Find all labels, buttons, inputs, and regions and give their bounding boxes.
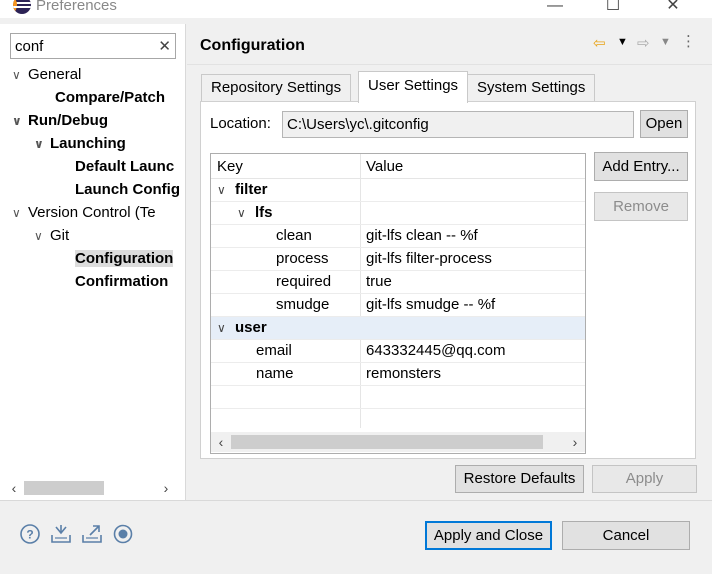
tree-item-launching[interactable]: ∨ Launching <box>34 133 126 155</box>
table-row-empty <box>211 386 585 409</box>
chevron-down-icon[interactable]: ∨ <box>217 183 235 197</box>
column-header-key[interactable]: Key <box>217 158 243 175</box>
remove-button[interactable]: Remove <box>594 192 688 221</box>
tree-item-configuration[interactable]: Configuration <box>75 248 174 270</box>
row-key: lfs <box>255 204 273 221</box>
scrollbar-thumb[interactable] <box>24 481 104 495</box>
config-table[interactable]: Key Value ∨ filter ∨ lfs clean git-lfs cle… <box>210 153 586 454</box>
table-row-empty <box>211 409 585 432</box>
location-field <box>282 111 634 138</box>
maximize-button[interactable]: ☐ <box>598 0 628 16</box>
page-title: Configuration <box>200 37 305 54</box>
tree-item-version-control[interactable]: ∨ Version Control (Te <box>12 202 156 224</box>
tree-item-run-debug[interactable]: ∨ Run/Debug <box>12 110 108 132</box>
minimize-button[interactable]: — <box>540 0 570 16</box>
table-row[interactable]: smudge git-lfs smudge -- %f <box>211 294 585 317</box>
dialog-button-bar: ? Apply and Close Cancel <box>0 500 712 574</box>
row-key: user <box>235 319 267 336</box>
row-key: clean <box>276 227 312 244</box>
chevron-down-icon[interactable]: ∨ <box>12 64 28 86</box>
scrollbar-thumb[interactable] <box>231 435 543 449</box>
scroll-left-icon[interactable]: ‹ <box>4 478 24 498</box>
export-icon[interactable] <box>81 523 103 545</box>
row-value: 643332445@qq.com <box>366 342 506 359</box>
close-button[interactable]: ✕ <box>658 0 688 16</box>
location-input[interactable] <box>283 112 633 137</box>
location-label: Location: <box>210 115 271 132</box>
table-row[interactable]: email 643332445@qq.com <box>211 340 585 363</box>
user-settings-panel: Location: Open Key Value ∨filter ∨lfs cl… <box>200 101 696 459</box>
scroll-left-icon[interactable]: ‹ <box>211 432 231 452</box>
row-value: git-lfs clean -- %f <box>366 227 478 244</box>
back-arrow-icon[interactable]: ⇦ <box>593 34 606 52</box>
tab-user-settings[interactable]: User Settings <box>358 71 469 103</box>
row-value: git-lfs smudge -- %f <box>366 296 496 313</box>
record-icon[interactable] <box>112 523 134 545</box>
table-row[interactable]: ∨ user <box>211 317 585 340</box>
eclipse-logo-icon <box>13 0 31 14</box>
tab-repository-settings[interactable]: Repository Settings <box>201 74 352 102</box>
import-icon[interactable] <box>50 523 72 545</box>
tree-item-launch-configurations[interactable]: Launch Config <box>75 179 180 201</box>
table-header: Key Value <box>211 154 585 179</box>
row-key: smudge <box>276 296 330 313</box>
restore-defaults-button[interactable]: Restore Defaults <box>455 465 584 493</box>
tab-system-settings[interactable]: System Settings <box>467 74 596 102</box>
title-bar: Preferences — ☐ ✕ <box>0 0 712 18</box>
cancel-button[interactable]: Cancel <box>562 521 690 550</box>
preferences-tree: ∨ General Compare/Patch ∨ Run/Debug ∨ Launc… <box>0 64 180 482</box>
forward-dropdown-icon[interactable]: ▼ <box>660 36 671 48</box>
row-key: filter <box>235 181 268 198</box>
row-value: git-lfs filter-process <box>366 250 492 267</box>
row-value: true <box>366 273 392 290</box>
row-key: name <box>256 365 294 382</box>
table-row[interactable]: process git-lfs filter-process <box>211 248 585 271</box>
sidebar-horizontal-scrollbar[interactable]: ‹ › <box>0 478 186 498</box>
view-menu-icon[interactable]: ⋮ <box>681 32 696 50</box>
clear-filter-icon[interactable]: ✕ <box>158 37 171 55</box>
filter-input[interactable] <box>15 36 155 56</box>
open-button[interactable]: Open <box>640 110 688 138</box>
row-key: process <box>276 250 329 267</box>
scroll-right-icon[interactable]: › <box>565 432 585 452</box>
filter-field[interactable]: ✕ <box>10 33 176 59</box>
row-value: remonsters <box>366 365 442 382</box>
table-row[interactable]: ∨ filter <box>211 179 585 202</box>
chevron-down-icon[interactable]: ∨ <box>217 321 235 335</box>
preferences-sidebar: ✕ ∨General Compare/Patch ∨Run/Debug ∨Lau… <box>0 24 186 500</box>
scroll-right-icon[interactable]: › <box>156 478 176 498</box>
table-row[interactable]: clean git-lfs clean -- %f <box>211 225 585 248</box>
chevron-down-icon[interactable]: ∨ <box>237 206 255 220</box>
header-separator <box>187 64 712 65</box>
window-title: Preferences <box>36 0 117 14</box>
chevron-down-icon[interactable]: ∨ <box>12 110 28 132</box>
svg-text:?: ? <box>26 528 33 542</box>
table-horizontal-scrollbar[interactable]: ‹ › <box>211 432 585 452</box>
chevron-down-icon[interactable]: ∨ <box>34 225 50 247</box>
tree-item-confirmation[interactable]: Confirmation <box>75 271 168 293</box>
table-row[interactable]: ∨ lfs <box>211 202 585 225</box>
tree-item-default-launchers[interactable]: Default Launc <box>75 156 174 178</box>
chevron-down-icon[interactable]: ∨ <box>34 133 50 155</box>
tree-item-compare-patch[interactable]: Compare/Patch <box>55 87 165 109</box>
back-dropdown-icon[interactable]: ▼ <box>617 36 628 48</box>
preference-page: Configuration ⇦ ▼ ⇨ ▼ ⋮ Repository Setti… <box>187 24 712 500</box>
tree-item-general[interactable]: ∨ General <box>12 64 81 86</box>
row-key: required <box>276 273 332 290</box>
add-entry-button[interactable]: Add Entry... <box>594 152 688 181</box>
chevron-down-icon[interactable]: ∨ <box>12 202 28 224</box>
apply-button[interactable]: Apply <box>592 465 697 493</box>
row-key: email <box>256 342 292 359</box>
help-icon[interactable]: ? <box>19 523 41 545</box>
table-row[interactable]: name remonsters <box>211 363 585 386</box>
table-row[interactable]: required true <box>211 271 585 294</box>
apply-and-close-button[interactable]: Apply and Close <box>425 521 552 550</box>
tree-item-git[interactable]: ∨ Git <box>34 225 69 247</box>
forward-arrow-icon[interactable]: ⇨ <box>637 34 650 52</box>
column-header-value[interactable]: Value <box>366 158 403 175</box>
